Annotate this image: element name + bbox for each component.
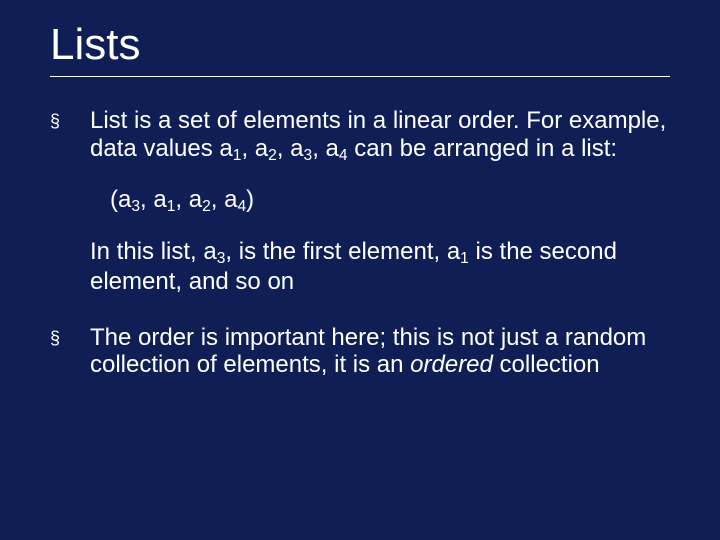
subscript: 3 bbox=[131, 198, 140, 215]
text: , a bbox=[211, 186, 238, 213]
bullet-marker-icon: § bbox=[50, 324, 90, 349]
item-body: The order is important here; this is not… bbox=[90, 324, 670, 379]
emphasis: ordered bbox=[410, 351, 493, 378]
text: In this list, a bbox=[90, 238, 217, 265]
text: collection bbox=[493, 351, 600, 378]
list-item: § List is a set of elements in a linear … bbox=[50, 107, 670, 296]
text: ) bbox=[246, 186, 254, 213]
subscript: 2 bbox=[202, 198, 211, 215]
subscript: 4 bbox=[237, 198, 246, 215]
list-item: § The order is important here; this is n… bbox=[50, 324, 670, 379]
subscript: 4 bbox=[339, 146, 348, 163]
bullet-list: § List is a set of elements in a linear … bbox=[50, 107, 670, 379]
item-body: List is a set of elements in a linear or… bbox=[90, 107, 670, 296]
subscript: 3 bbox=[304, 146, 313, 163]
text: , is the first element, a bbox=[225, 238, 460, 265]
subscript: 2 bbox=[268, 146, 277, 163]
text: , a bbox=[277, 135, 304, 162]
slide: Lists § List is a set of elements in a l… bbox=[0, 0, 720, 540]
example-tuple: (a3, a1, a2, a4) bbox=[110, 186, 670, 216]
slide-title: Lists bbox=[50, 20, 670, 70]
text: , a bbox=[312, 135, 339, 162]
bullet-marker-icon: § bbox=[50, 107, 90, 132]
text: , a bbox=[175, 186, 202, 213]
paragraph: List is a set of elements in a linear or… bbox=[90, 107, 670, 164]
text: (a bbox=[110, 186, 131, 213]
subscript: 1 bbox=[460, 250, 469, 267]
title-rule bbox=[50, 76, 670, 77]
paragraph: In this list, a3, is the first element, … bbox=[90, 238, 670, 295]
text: , a bbox=[140, 186, 167, 213]
text: , a bbox=[241, 135, 268, 162]
text: can be arranged in a list: bbox=[348, 135, 618, 162]
